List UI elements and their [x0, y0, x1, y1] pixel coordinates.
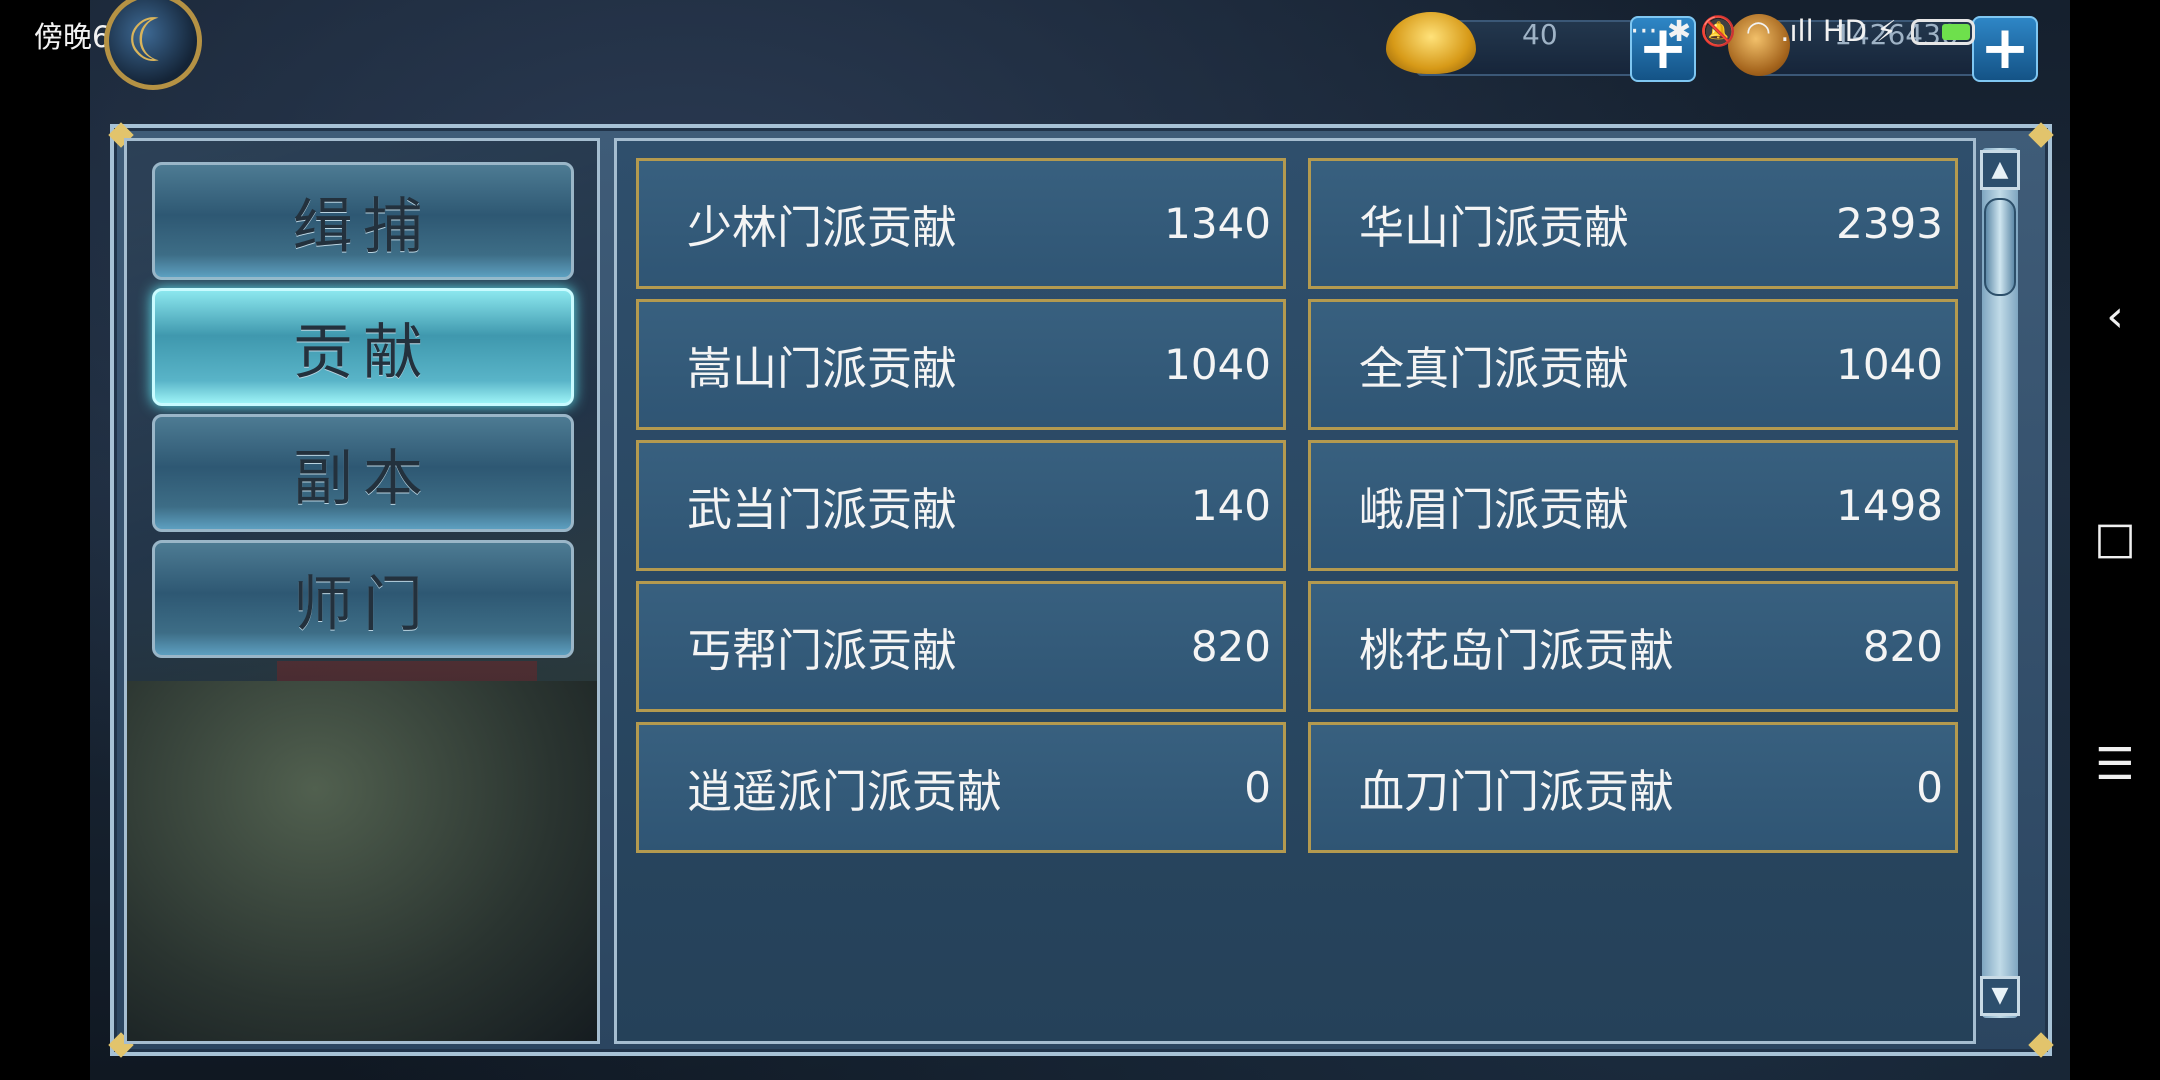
status-icons-text: ··· ✱ 🔕 ◠ .ıll HD ⚡ — [1630, 14, 1897, 48]
contribution-item: 武当门派贡献 140 — [636, 440, 1286, 571]
arrow-up-icon: ▲ — [1991, 157, 2009, 182]
contribution-value: 2393 — [1836, 199, 1943, 248]
contribution-item: 桃花岛门派贡献 820 — [1308, 581, 1958, 712]
scroll-up-button[interactable]: ▲ — [1980, 150, 2020, 190]
contribution-item: 嵩山门派贡献 1040 — [636, 299, 1286, 430]
tab-arrest[interactable]: 缉捕 — [152, 162, 574, 280]
battery-icon — [1910, 18, 1975, 45]
contribution-value: 820 — [1862, 622, 1943, 671]
contribution-value: 0 — [1244, 763, 1271, 812]
contribution-value: 820 — [1190, 622, 1271, 671]
contribution-value: 1040 — [1164, 340, 1271, 389]
contribution-name: 全真门派贡献 — [1359, 342, 1630, 395]
contribution-item: 峨眉门派贡献 1498 — [1308, 440, 1958, 571]
contribution-item: 全真门派贡献 1040 — [1308, 299, 1958, 430]
contribution-item: 少林门派贡献 1340 — [636, 158, 1286, 289]
scrollbar-thumb[interactable] — [1984, 198, 2016, 296]
contribution-value: 1040 — [1836, 340, 1943, 389]
status-icons: ··· ✱ 🔕 ◠ .ıll HD ⚡ — [1630, 14, 1975, 49]
contribution-value: 1340 — [1164, 199, 1271, 248]
add-coin-button[interactable]: + — [1972, 16, 2038, 82]
tab-contribution[interactable]: 贡献 — [152, 288, 574, 406]
contribution-name: 武当门派贡献 — [687, 483, 958, 536]
contribution-name: 丐帮门派贡献 — [687, 624, 958, 677]
contribution-item: 逍遥派门派贡献 0 — [636, 722, 1286, 853]
navigation-bar: ‹ □ ☰ — [2070, 0, 2160, 1080]
cliff-scenery-art — [127, 681, 597, 1041]
contribution-item: 血刀门门派贡献 0 — [1308, 722, 1958, 853]
contribution-name: 嵩山门派贡献 — [687, 342, 958, 395]
contribution-name: 华山门派贡献 — [1359, 201, 1630, 254]
tab-dungeon[interactable]: 副本 — [152, 414, 574, 532]
scroll-down-button[interactable]: ▼ — [1980, 976, 2020, 1016]
gold-ingot-value: 40 — [1522, 18, 1558, 51]
avatar-crescent-icon: ☾ — [126, 6, 180, 76]
contribution-name: 少林门派贡献 — [687, 201, 958, 254]
contribution-name: 峨眉门派贡献 — [1359, 483, 1630, 536]
contribution-value: 1498 — [1836, 481, 1943, 530]
contribution-name: 逍遥派门派贡献 — [687, 765, 1003, 818]
contribution-item: 华山门派贡献 2393 — [1308, 158, 1958, 289]
menu-icon[interactable]: ☰ — [2090, 740, 2140, 790]
contribution-value: 140 — [1190, 481, 1271, 530]
contribution-value: 0 — [1916, 763, 1943, 812]
contribution-name: 桃花岛门派贡献 — [1359, 624, 1675, 677]
contribution-name: 血刀门门派贡献 — [1359, 765, 1675, 818]
home-icon[interactable]: □ — [2090, 514, 2140, 564]
contribution-item: 丐帮门派贡献 820 — [636, 581, 1286, 712]
back-icon[interactable]: ‹ — [2090, 292, 2140, 342]
tab-sect[interactable]: 师门 — [152, 540, 574, 658]
arrow-down-icon: ▼ — [1991, 983, 2009, 1008]
